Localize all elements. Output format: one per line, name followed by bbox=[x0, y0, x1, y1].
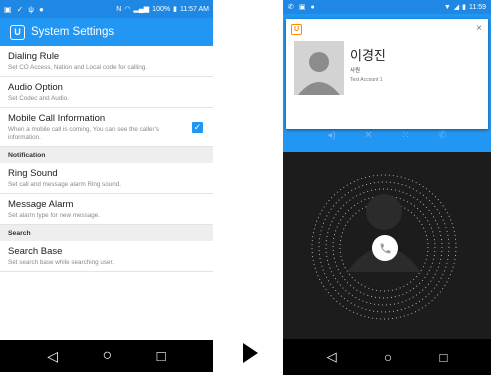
recent-apps-icon[interactable]: □ bbox=[440, 350, 448, 365]
setting-description: When a mobile call is coming, You can se… bbox=[8, 126, 160, 141]
caller-department: Test Account 1 bbox=[350, 77, 383, 83]
setting-title: Mobile Call Information bbox=[8, 113, 106, 124]
setting-description: Set CO Access, Nation and Local code for… bbox=[8, 64, 147, 71]
signal-icon: ◢ bbox=[453, 4, 460, 11]
android-icon: ● bbox=[38, 4, 44, 14]
battery-percent: 100% bbox=[152, 5, 171, 13]
incoming-call-phone: ✆ ▣ ● ▼ ◢ ▮ 11:59 ◂) ✕ ⁙ ✆ U × 이경진 사원 Te… bbox=[283, 0, 491, 375]
image-icon: ▣ bbox=[298, 4, 306, 11]
setting-search-base[interactable]: Search Base Set search base while search… bbox=[0, 241, 213, 272]
close-icon[interactable]: × bbox=[476, 23, 482, 34]
caller-name: 이경진 bbox=[350, 49, 386, 64]
back-icon[interactable]: ◁ bbox=[327, 349, 337, 365]
setting-description: Set alarm type for new message. bbox=[8, 212, 101, 219]
home-icon[interactable]: ○ bbox=[384, 349, 392, 365]
person-silhouette-icon bbox=[294, 41, 344, 95]
image-icon: ▣ bbox=[4, 4, 12, 14]
usb-icon: ψ bbox=[28, 4, 34, 14]
setting-dialing-rule[interactable]: Dialing Rule Set CO Access, Nation and L… bbox=[0, 46, 213, 77]
battery-icon: ▮ bbox=[173, 6, 177, 13]
setting-title: Ring Sound bbox=[8, 168, 58, 179]
wifi-icon: ▼ bbox=[443, 3, 451, 11]
status-right-group: N ◠ ▂▄▆ 100% ▮ 11:57 AM bbox=[116, 5, 209, 14]
transition-arrow-icon bbox=[243, 343, 258, 363]
setting-description: Set call and message alarm Ring sound. bbox=[8, 181, 122, 188]
wifi-icon: ◠ bbox=[124, 6, 131, 13]
nfc-icon: N bbox=[116, 5, 122, 13]
setting-title: Search Base bbox=[8, 246, 63, 257]
mobile-call-info-checkbox[interactable]: ✓ bbox=[192, 122, 203, 133]
setting-mobile-call-information[interactable]: Mobile Call Information When a mobile ca… bbox=[0, 108, 213, 147]
speaker-icon[interactable]: ◂) bbox=[327, 130, 335, 141]
setting-title: Dialing Rule bbox=[8, 51, 60, 62]
settings-phone: ▣ ✓ ψ ● N ◠ ▂▄▆ 100% ▮ 11:57 AM U System… bbox=[0, 0, 213, 372]
setting-title: Message Alarm bbox=[8, 199, 74, 210]
android-icon: ● bbox=[310, 3, 315, 11]
call-icon: ✆ bbox=[288, 4, 294, 11]
status-time: 11:59 bbox=[469, 3, 486, 11]
setting-ring-sound[interactable]: Ring Sound Set call and message alarm Ri… bbox=[0, 163, 213, 194]
signal-icon: ▂▄▆ bbox=[133, 6, 150, 13]
caller-avatar bbox=[294, 41, 344, 95]
battery-icon: ▮ bbox=[462, 4, 466, 11]
status-notification-icons: ▣ ✓ ψ ● bbox=[4, 5, 44, 14]
navigation-bar: ◁ ○ □ bbox=[283, 339, 491, 375]
incoming-call-notification[interactable]: U × 이경진 사원 Test Account 1 bbox=[286, 19, 488, 129]
section-header-search: Search bbox=[0, 225, 213, 241]
status-time: 11:57 AM bbox=[179, 5, 209, 13]
status-bar: ✆ ▣ ● ▼ ◢ ▮ 11:59 bbox=[283, 0, 491, 14]
setting-audio-option[interactable]: Audio Option Set Codec and Audio. bbox=[0, 77, 213, 108]
app-bar: U System Settings bbox=[0, 18, 213, 46]
answer-call-button[interactable] bbox=[372, 235, 398, 261]
setting-message-alarm[interactable]: Message Alarm Set alarm type for new mes… bbox=[0, 194, 213, 225]
navigation-bar: ◁ ○ □ bbox=[0, 340, 213, 372]
setting-title: Audio Option bbox=[8, 82, 63, 93]
caller-rank: 사원 bbox=[350, 68, 361, 74]
app-logo-icon: U bbox=[291, 24, 302, 35]
recent-apps-icon[interactable]: □ bbox=[157, 348, 166, 365]
back-icon[interactable]: ◁ bbox=[47, 348, 58, 365]
keypad-icon[interactable]: ⁙ bbox=[401, 130, 409, 141]
setting-description: Set Codec and Audio. bbox=[8, 95, 69, 102]
home-icon[interactable]: ○ bbox=[103, 347, 113, 365]
mute-icon[interactable]: ✕ bbox=[364, 130, 372, 141]
setting-description: Set search base while searching user. bbox=[8, 259, 115, 266]
status-bar: ▣ ✓ ψ ● N ◠ ▂▄▆ 100% ▮ 11:57 AM bbox=[0, 0, 213, 18]
app-logo-icon: U bbox=[10, 24, 25, 40]
status-right-group: ▼ ◢ ▮ 11:59 bbox=[443, 3, 486, 12]
settings-list: Dialing Rule Set CO Access, Nation and L… bbox=[0, 46, 213, 272]
phone-icon bbox=[380, 243, 390, 253]
section-header-notification: Notification bbox=[0, 147, 213, 163]
page-title: System Settings bbox=[31, 26, 115, 38]
check-icon: ✓ bbox=[16, 4, 24, 14]
screen-composite: ▣ ✓ ψ ● N ◠ ▂▄▆ 100% ▮ 11:57 AM U System… bbox=[0, 0, 500, 375]
transfer-call-icon[interactable]: ✆ bbox=[438, 130, 446, 141]
